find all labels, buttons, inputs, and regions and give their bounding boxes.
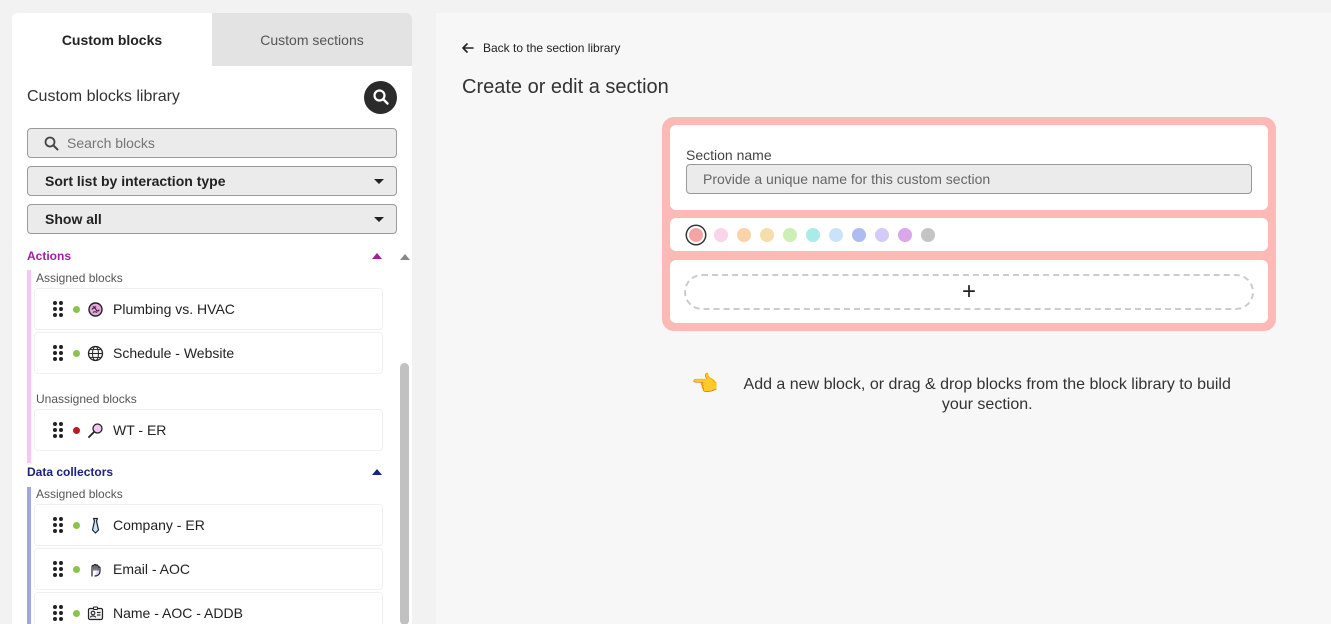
add-block-button[interactable]: +: [684, 274, 1254, 310]
back-to-library-link[interactable]: Back to the section library: [462, 41, 620, 55]
collapse-icon: [372, 253, 382, 259]
magnifier-icon: [86, 421, 104, 439]
chevron-down-icon: [374, 216, 384, 222]
status-dot: [73, 426, 80, 434]
tab-custom-sections[interactable]: Custom sections: [212, 13, 412, 66]
status-dot: [73, 521, 80, 529]
scroll-up-icon[interactable]: [400, 254, 410, 260]
empty-state-hint: 👈 Add a new block, or drag & drop blocks…: [691, 371, 1246, 415]
search-button[interactable]: [364, 80, 397, 114]
color-swatch[interactable]: [737, 227, 751, 242]
block-label: Email - AOC: [113, 561, 191, 577]
blocks-library-panel: Custom blocks Custom sections Custom blo…: [12, 13, 412, 624]
section-name-box: Section name: [670, 125, 1268, 210]
block-label: Plumbing vs. HVAC: [113, 301, 235, 317]
section-editor: Back to the section library Create or ed…: [436, 13, 1331, 624]
category-name: Actions: [27, 249, 72, 263]
block-label: Company - ER: [113, 517, 205, 533]
block-item[interactable]: Schedule - Website: [35, 333, 382, 373]
drag-handle-icon[interactable]: [53, 561, 63, 577]
status-dot: [73, 609, 80, 617]
block-item[interactable]: Company - ER: [35, 505, 382, 545]
block-item[interactable]: WT - ER: [35, 410, 382, 450]
section-name-label: Section name: [686, 147, 772, 163]
drag-handle-icon[interactable]: [53, 605, 63, 621]
drag-handle-icon[interactable]: [53, 345, 63, 361]
blocks-dropzone: +: [670, 260, 1268, 323]
color-swatch[interactable]: [875, 227, 889, 242]
hand-icon: [86, 560, 104, 578]
section-name-input[interactable]: [686, 164, 1252, 194]
id-card-icon: [86, 604, 104, 622]
back-link-label: Back to the section library: [483, 41, 621, 55]
list-scrollbar[interactable]: [400, 251, 410, 624]
block-item[interactable]: Name - AOC - ADDB: [35, 593, 382, 624]
unassigned-label: Unassigned blocks: [36, 392, 137, 406]
tie-icon: [86, 516, 104, 534]
scrollbar-thumb[interactable]: [400, 363, 409, 624]
color-swatch[interactable]: [921, 227, 935, 242]
section-card: Section name +: [662, 117, 1276, 331]
blocks-list: Actions Assigned blocks Plumbing vs. HVA…: [27, 246, 394, 624]
block-label: WT - ER: [113, 422, 167, 438]
category-bar: [27, 487, 31, 624]
status-dot: [73, 305, 80, 313]
category-name: Data collectors: [27, 465, 114, 479]
color-swatch[interactable]: [783, 227, 797, 242]
sort-select-value: Sort list by interaction type: [45, 173, 226, 189]
status-dot: [73, 349, 80, 357]
color-swatch[interactable]: [689, 227, 703, 242]
library-header: Custom blocks library: [27, 80, 397, 114]
hint-text: Add a new block, or drag & drop blocks f…: [743, 376, 1231, 413]
chevron-down-icon: [374, 178, 384, 184]
color-picker: [670, 218, 1268, 251]
color-swatch[interactable]: [852, 227, 866, 242]
library-title: Custom blocks library: [27, 88, 180, 105]
page-title: Create or edit a section: [462, 76, 669, 98]
status-dot: [73, 565, 80, 573]
assigned-label: Assigned blocks: [36, 271, 123, 285]
search-icon: [372, 89, 389, 105]
drag-handle-icon[interactable]: [53, 517, 63, 533]
block-item[interactable]: Email - AOC: [35, 549, 382, 589]
drag-handle-icon[interactable]: [53, 422, 63, 438]
color-swatch[interactable]: [760, 227, 774, 242]
tab-custom-blocks[interactable]: Custom blocks: [12, 13, 212, 66]
category-bar: [27, 270, 31, 463]
drag-handle-icon[interactable]: [53, 301, 63, 317]
pointing-hand-icon: 👈: [691, 371, 719, 396]
library-tabs: Custom blocks Custom sections: [12, 13, 412, 66]
filter-select-value: Show all: [45, 211, 102, 227]
assigned-label: Assigned blocks: [36, 487, 123, 501]
color-swatch[interactable]: [714, 227, 728, 242]
search-blocks-input[interactable]: [67, 135, 367, 151]
block-item[interactable]: Plumbing vs. HVAC: [35, 289, 382, 329]
sort-select[interactable]: Sort list by interaction type: [27, 166, 397, 196]
color-swatch[interactable]: [898, 227, 912, 242]
category-header-actions[interactable]: Actions: [27, 246, 382, 266]
color-swatch[interactable]: [806, 227, 820, 242]
block-label: Schedule - Website: [113, 345, 235, 361]
search-icon: [44, 136, 59, 151]
color-swatch[interactable]: [829, 227, 843, 242]
brain-icon: [86, 300, 104, 318]
arrow-left-icon: [462, 43, 474, 53]
search-blocks-field: [27, 128, 397, 158]
category-header-data-collectors[interactable]: Data collectors: [27, 462, 382, 482]
globe-icon: [86, 344, 104, 362]
collapse-icon: [372, 469, 382, 475]
filter-select[interactable]: Show all: [27, 204, 397, 234]
block-label: Name - AOC - ADDB: [113, 605, 243, 621]
